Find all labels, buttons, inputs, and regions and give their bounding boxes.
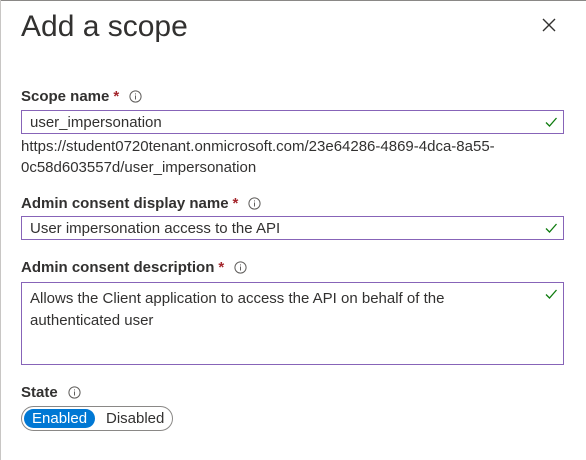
scope-name-input[interactable]	[30, 113, 530, 131]
required-marker: *	[218, 259, 225, 276]
state-toggle[interactable]: Enabled Disabled	[21, 406, 173, 431]
panel-top-border	[0, 0, 586, 1]
admin-display-name-input[interactable]	[30, 219, 530, 237]
checkmark-icon	[544, 115, 558, 129]
state-label: State	[21, 384, 81, 401]
admin-description-textarea[interactable]: Allows the Client application to access …	[30, 288, 530, 358]
admin-display-name-label: Admin consent display name *	[21, 195, 261, 212]
checkmark-icon	[544, 287, 558, 301]
required-marker: *	[113, 88, 120, 105]
required-marker: *	[232, 195, 239, 212]
state-option-enabled[interactable]: Enabled	[24, 409, 96, 428]
scope-name-label: Scope name *	[21, 88, 142, 105]
info-icon[interactable]	[234, 260, 247, 274]
checkmark-icon	[544, 221, 558, 235]
scope-name-field[interactable]	[21, 110, 564, 134]
info-icon[interactable]	[68, 385, 81, 399]
admin-display-name-field[interactable]	[21, 216, 564, 240]
info-icon[interactable]	[129, 89, 142, 103]
panel-title: Add a scope	[21, 10, 188, 43]
scope-uri-text: https://student0720tenant.onmicrosoft.co…	[21, 138, 495, 176]
panel-left-border	[0, 0, 1, 460]
admin-description-label: Admin consent description *	[21, 259, 247, 276]
close-button[interactable]	[538, 14, 560, 36]
info-icon[interactable]	[248, 196, 261, 210]
close-icon	[542, 18, 556, 32]
state-option-disabled[interactable]: Disabled	[98, 409, 172, 428]
admin-description-field[interactable]: Allows the Client application to access …	[21, 282, 564, 365]
